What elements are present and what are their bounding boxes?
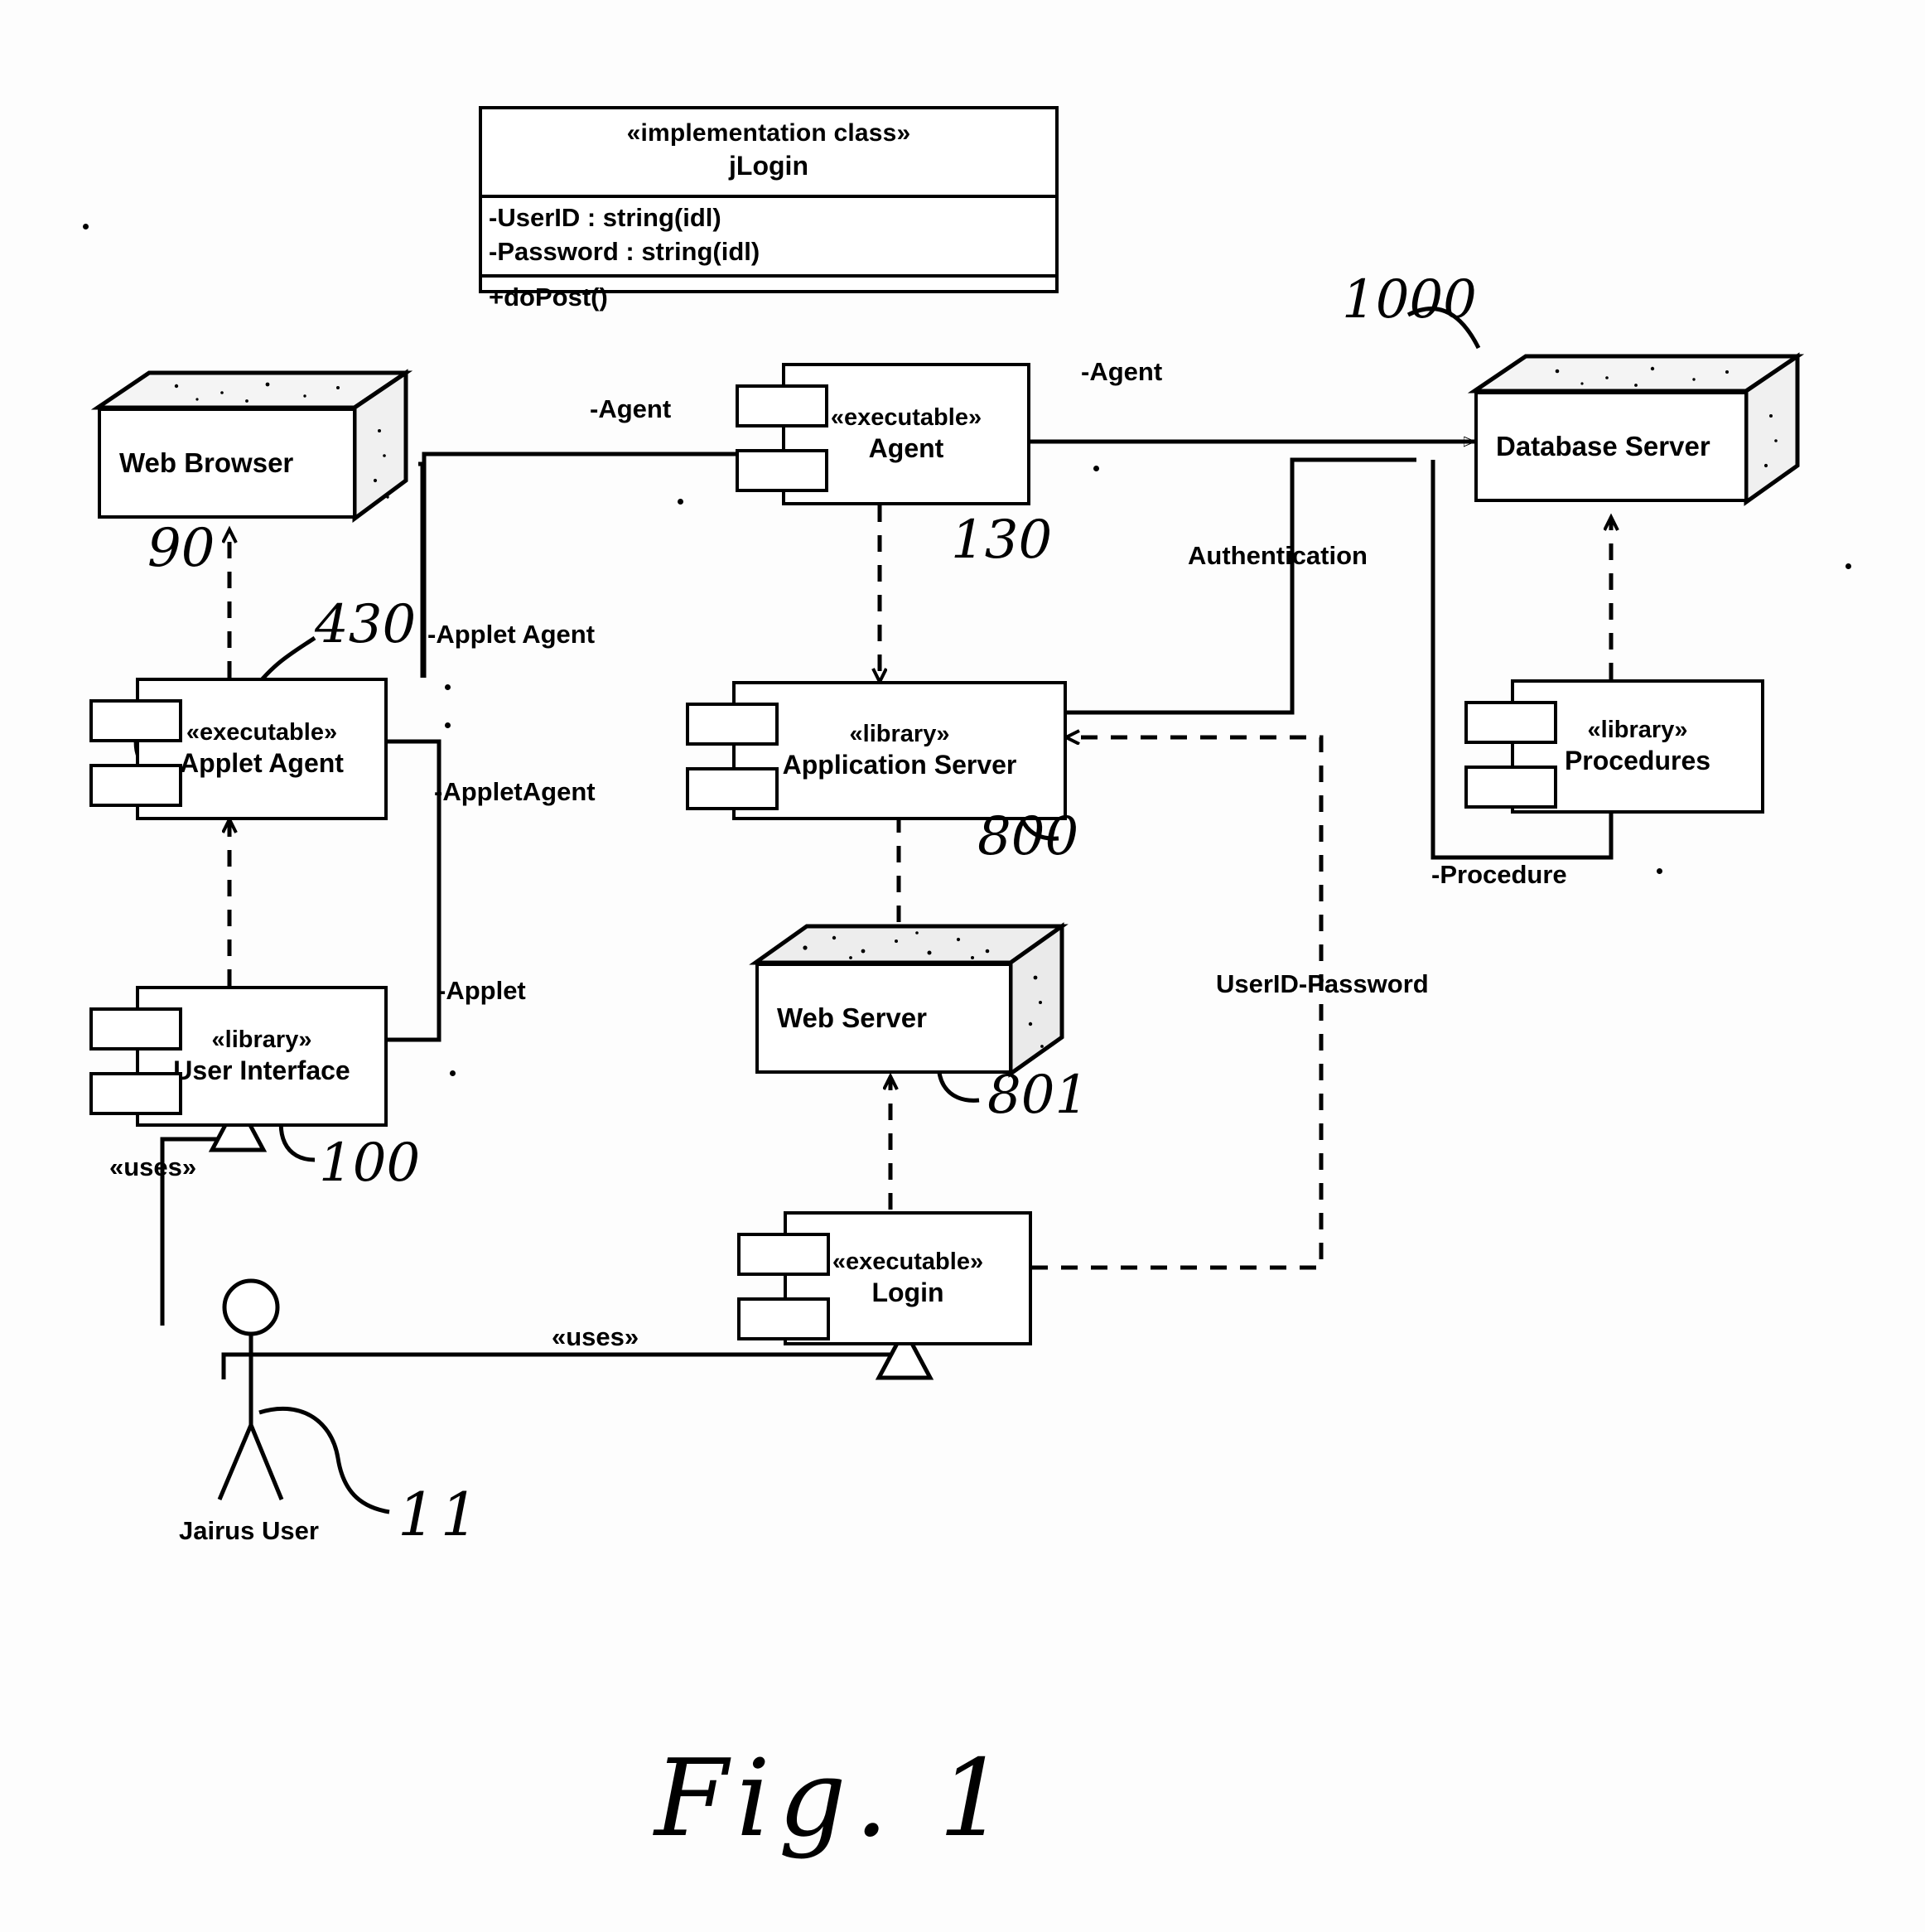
figure-caption: Fig. 1	[654, 1737, 1015, 1861]
actor-label-jairus-user: Jairus User	[179, 1516, 319, 1545]
component-tab-lower	[89, 764, 182, 807]
label-procedure: -Procedure	[1431, 860, 1567, 889]
annotation-ref-130: 130	[951, 510, 1053, 571]
component-stereotype: «executable»	[830, 403, 982, 431]
label-agent-left: -Agent	[590, 394, 672, 423]
label-authentication: Authentication	[1188, 541, 1368, 570]
component-tab-upper	[89, 1007, 182, 1051]
label-userid-password: UserID-Password	[1216, 969, 1429, 998]
component-stereotype: «library»	[849, 720, 950, 747]
component-tab-lower	[89, 1072, 182, 1115]
component-user-interface: «library» User Interface	[89, 986, 388, 1127]
node-label-web-browser: Web Browser	[119, 447, 294, 478]
component-stereotype: «executable»	[832, 1248, 984, 1275]
component-stereotype: «executable»	[186, 718, 338, 746]
annotation-ref-801: 801	[987, 1065, 1089, 1126]
component-name: User Interface	[173, 1055, 350, 1086]
node-face: Web Server	[755, 963, 1012, 1074]
component-name: Procedures	[1564, 746, 1711, 776]
scan-speck	[83, 224, 89, 229]
component-tab-lower	[686, 767, 779, 810]
component-tab-upper	[736, 384, 828, 427]
label-applet: -Applet	[437, 976, 526, 1005]
component-login: «executable» Login	[737, 1211, 1032, 1345]
class-stereotype: «implementation class»	[626, 119, 911, 147]
class-operations: +doPost()	[482, 278, 1055, 321]
class-header: «implementation class» jLogin	[482, 109, 1055, 199]
annotation-ref-90: 90	[147, 518, 215, 579]
label-uses-bottom: «uses»	[552, 1322, 639, 1351]
label-uses-left: «uses»	[109, 1152, 197, 1181]
annotation-ref-11: 11	[398, 1480, 484, 1549]
component-stereotype: «library»	[1587, 716, 1688, 743]
class-name: jLogin	[729, 150, 808, 181]
component-stereotype: «library»	[211, 1026, 312, 1053]
annotation-ref-800: 800	[977, 806, 1079, 867]
node-web-browser: Web Browser	[90, 369, 413, 523]
label-agent-right: -Agent	[1081, 357, 1163, 386]
scan-speck	[1657, 868, 1662, 874]
component-tab-lower	[1464, 766, 1557, 809]
class-operation: +doPost()	[489, 282, 608, 312]
node-face: Database Server	[1474, 391, 1748, 502]
scan-speck	[445, 722, 451, 728]
scan-speck	[450, 1070, 456, 1076]
class-attribute: -UserID : string(idl)	[489, 203, 721, 233]
scan-speck	[1845, 563, 1851, 569]
component-application-server: «library» Application Server	[686, 681, 1067, 820]
class-attribute: -Password : string(idl)	[489, 237, 760, 266]
component-agent: «executable» Agent	[736, 363, 1030, 505]
component-name: Agent	[868, 433, 944, 464]
annotation-ref-1000: 1000	[1342, 269, 1477, 331]
figure-page: «implementation class» jLogin -UserID : …	[0, 0, 1925, 1932]
component-name: Login	[871, 1278, 944, 1308]
component-tab-upper	[737, 1233, 830, 1276]
node-label-web-server: Web Server	[777, 1002, 927, 1033]
class-attributes: -UserID : string(idl) -Password : string…	[482, 198, 1055, 278]
node-database-server: Database Server	[1467, 352, 1805, 506]
component-tab-upper	[1464, 701, 1557, 744]
component-tab-upper	[89, 699, 182, 742]
annotation-ref-100: 100	[319, 1133, 421, 1194]
component-tab-lower	[737, 1297, 830, 1340]
component-name: Applet Agent	[180, 748, 344, 779]
component-applet-agent: «executable» Applet Agent	[89, 678, 388, 820]
component-tab-lower	[736, 449, 828, 492]
label-applet-agent-joined: -AppletAgent	[434, 777, 596, 806]
node-face: Web Browser	[98, 408, 356, 519]
scan-speck	[445, 684, 451, 690]
class-box-jlogin: «implementation class» jLogin -UserID : …	[479, 106, 1059, 312]
scan-speck	[678, 499, 683, 505]
component-tab-upper	[686, 703, 779, 746]
component-name: Application Server	[782, 750, 1017, 780]
component-procedures: «library» Procedures	[1464, 679, 1764, 814]
node-label-database-server: Database Server	[1496, 431, 1710, 461]
scan-speck	[1093, 466, 1099, 471]
annotation-ref-430: 430	[315, 594, 417, 655]
component-body: «library» Application Server	[732, 681, 1067, 820]
label-applet-agent-spaced: -Applet Agent	[427, 620, 596, 649]
node-web-server: Web Server	[749, 922, 1069, 1078]
